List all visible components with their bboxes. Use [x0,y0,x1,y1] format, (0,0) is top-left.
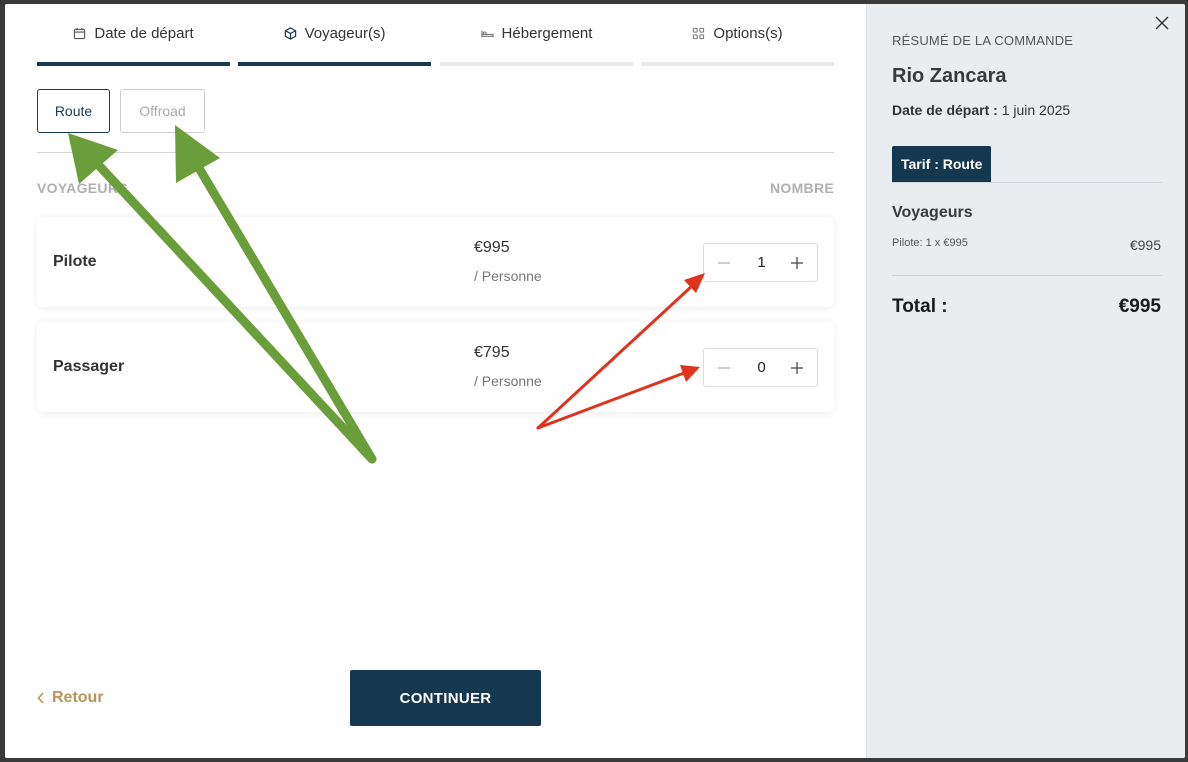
step-hebergement[interactable]: Hébergement [440,4,633,66]
summary-line-label: Pilote: 1 x €995 [892,237,968,249]
step-bar [440,62,633,66]
bed-icon [480,27,494,40]
summary-voyageurs-heading: Voyageurs [892,204,973,221]
plus-icon [791,361,803,374]
step-bar [238,62,431,66]
divider [892,182,1162,183]
tarif-offroad-button[interactable]: Offroad [120,89,205,133]
minus-icon [718,261,730,264]
step-label: Options(s) [713,25,783,42]
summary-line-price: €995 [1129,237,1161,253]
booking-form: Date de départ Voyageur(s) Hébergement O… [5,4,866,758]
order-summary: RÉSUMÉ DE LA COMMANDE Rio Zancara Date d… [866,4,1185,758]
traveler-row-passager: Passager €795 / Personne 0 [37,322,834,412]
step-voyageurs[interactable]: Voyageur(s) [238,4,431,66]
step-bar [37,62,230,66]
back-link[interactable]: Retour [37,689,104,707]
step-label: Date de départ [94,25,194,42]
total-value: €995 [1118,296,1161,317]
back-label: Retour [52,689,104,706]
close-button[interactable] [1153,14,1171,32]
step-options[interactable]: Options(s) [641,4,834,66]
continue-button[interactable]: CONTINUER [350,670,541,726]
trip-name: Rio Zancara [892,65,1007,87]
traveler-name: Passager [53,358,125,375]
departure-date-value: 1 juin 2025 [1001,102,1071,118]
traveler-name: Pilote [53,253,97,270]
decrement-button[interactable] [706,244,742,281]
progress-steps: Date de départ Voyageur(s) Hébergement O… [37,4,834,66]
plus-icon [791,256,803,269]
increment-button[interactable] [779,349,815,386]
step-date-depart[interactable]: Date de départ [37,4,230,66]
close-icon [1155,16,1169,30]
increment-button[interactable] [779,244,815,281]
calendar-icon [73,27,86,40]
quantity-stepper: 0 [703,348,818,387]
column-header-nombre: NOMBRE [769,180,834,196]
minus-icon [718,366,730,369]
decrement-button[interactable] [706,349,742,386]
column-header-voyageurs: VOYAGEURS [37,180,128,196]
tarif-route-button[interactable]: Route [37,89,110,133]
step-label: Hébergement [501,25,593,42]
total-label: Total : [892,296,948,317]
chevron-left-icon [37,692,44,704]
traveler-price: €795 [474,344,510,361]
divider [892,275,1162,276]
step-label: Voyageur(s) [304,25,386,42]
grid-icon [692,27,705,40]
divider [37,152,834,153]
quantity-stepper: 1 [703,243,818,282]
departure-date: Date de départ : 1 juin 2025 [892,102,1070,118]
booking-modal: Date de départ Voyageur(s) Hébergement O… [5,4,1185,758]
quantity-value[interactable]: 1 [744,254,779,271]
summary-title: RÉSUMÉ DE LA COMMANDE [892,33,1074,48]
cube-icon [284,27,297,40]
quantity-value[interactable]: 0 [744,359,779,376]
step-bar [641,62,834,66]
departure-date-label: Date de départ : [892,102,998,118]
tarif-tag: Tarif : Route [892,146,992,182]
traveler-price: €995 [474,239,510,256]
traveler-price-unit: / Personne [474,268,542,284]
traveler-price-unit: / Personne [474,373,542,389]
traveler-row-pilote: Pilote €995 / Personne 1 [37,217,834,307]
